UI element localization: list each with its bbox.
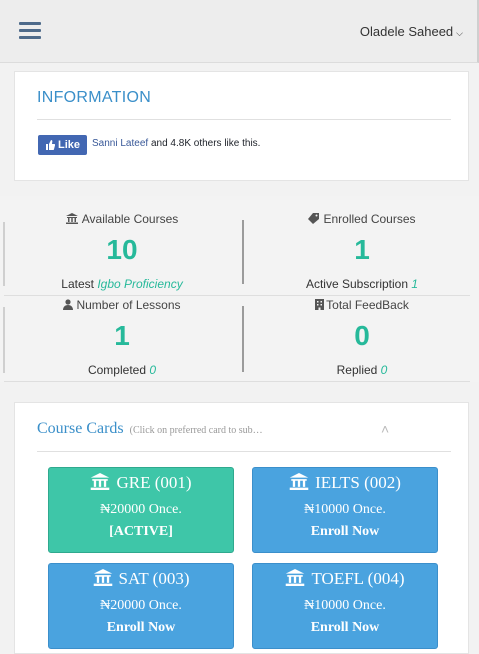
stats-grid: Available Courses 10 Latest Igbo Profici… [0,196,479,382]
stat-sub-label: Active Subscription [305,277,412,291]
card-title: SAT (003) [118,569,190,588]
user-menu[interactable]: Oladele Saheed ⌵ [360,24,463,39]
card-price: ₦20000 Once. [100,502,182,517]
card-status: [ACTIVE] [109,524,173,539]
like-count-text: Sanni Lateef and 4.8K others like this. [92,137,272,150]
stat-sub-label: Completed [87,363,150,377]
enroll-now-button[interactable]: Enroll Now [253,524,437,540]
course-card-sat[interactable]: SAT (003) ₦20000 Once. Enroll Now [48,563,234,649]
section-title: Course Cards [37,420,124,437]
information-panel: INFORMATION Like Sanni Lateef and 4.8K o… [14,71,469,181]
bank-icon [286,569,305,586]
top-navbar: Oladele Saheed ⌵ [0,0,479,63]
chevron-down-icon: ⌵ [456,28,463,38]
like-label: Like [57,139,80,151]
bank-icon [91,473,110,490]
divider [4,295,470,296]
user-name: Oladele Saheed [359,24,454,39]
menu-icon[interactable] [19,22,41,40]
course-cards-title: Course Cards (Click on preferred card to… [37,420,263,438]
stat-sub-value: 0 [380,363,388,377]
card-price: ₦10000 Once. [304,502,386,517]
stat-sub-label: Replied [336,363,381,377]
facebook-like-button[interactable]: Like [38,135,87,155]
card-title: GRE (001) [116,473,192,492]
stat-value: 1 [114,320,130,351]
card-title: TOEFL (004) [311,569,405,588]
stat-available-courses: Available Courses 10 Latest Igbo Profici… [4,212,240,291]
stat-sub-label: Latest [61,277,98,291]
bank-icon [65,213,78,224]
card-price: ₦10000 Once. [304,598,386,613]
like-summary: and 4.8K others like this. [148,138,261,149]
collapse-chevron-icon[interactable]: ˄ [381,421,389,437]
course-cards-panel: Course Cards (Click on preferred card to… [14,402,469,654]
stat-sub-value: 0 [149,363,157,377]
course-card-ielts[interactable]: IELTS (002) ₦10000 Once. Enroll Now [252,467,438,553]
course-card-gre[interactable]: GRE (001) ₦20000 Once. [ACTIVE] [48,467,234,553]
enroll-now-button[interactable]: Enroll Now [49,620,233,636]
thumbs-up-icon [45,140,55,150]
divider [37,451,451,452]
divider [37,119,451,120]
bank-icon [93,569,112,586]
stat-value: 1 [354,234,370,265]
stat-total-feedback: Total FeedBack 0 Replied 0 [244,298,479,377]
card-title: IELTS (002) [315,473,401,492]
bank-icon [289,473,309,490]
stat-label: Enrolled Courses [323,212,416,226]
course-card-toefl[interactable]: TOEFL (004) ₦10000 Once. Enroll Now [252,563,438,649]
stat-enrolled-courses: Enrolled Courses 1 Active Subscription 1 [244,212,479,291]
section-hint: (Click on preferred card to sub… [129,425,263,436]
building-icon [315,299,325,310]
ticket-icon [308,213,320,224]
stat-number-of-lessons: Number of Lessons 1 Completed 0 [4,298,240,377]
stat-sub-value: Igbo Proficiency [97,277,183,291]
friend-name-link[interactable]: Sanni Lateef [92,138,148,149]
card-price: ₦20000 Once. [100,598,182,613]
stat-sub-value: 1 [411,277,419,291]
information-title: INFORMATION [37,89,152,106]
stat-label: Total FeedBack [326,298,409,312]
user-icon [63,299,74,310]
stat-label: Number of Lessons [76,298,181,312]
stat-value: 10 [106,234,138,265]
stat-value: 0 [354,320,370,351]
stat-label: Available Courses [81,212,179,226]
divider [4,381,470,382]
enroll-now-button[interactable]: Enroll Now [253,620,437,636]
